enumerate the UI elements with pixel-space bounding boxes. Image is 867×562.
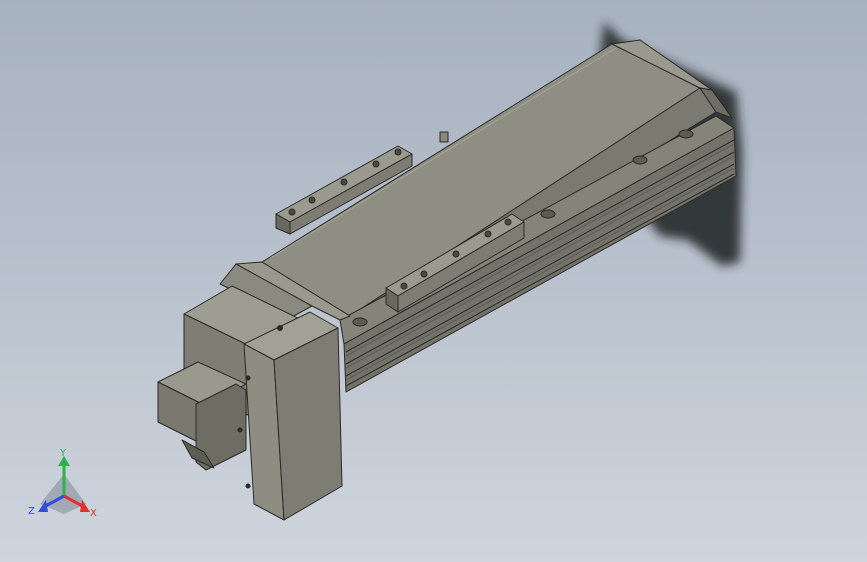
y-axis-label: Y — [59, 448, 67, 459]
x-axis-label: X — [90, 508, 97, 519]
side-cover-side — [273, 327, 343, 521]
z-axis-label: Z — [28, 506, 35, 517]
linear-actuator[interactable] — [157, 39, 737, 521]
coordinate-triad: Y X Z — [28, 448, 97, 519]
graphics-viewport[interactable]: Y X Z — [0, 0, 867, 562]
3d-model-view[interactable] — [0, 0, 867, 562]
